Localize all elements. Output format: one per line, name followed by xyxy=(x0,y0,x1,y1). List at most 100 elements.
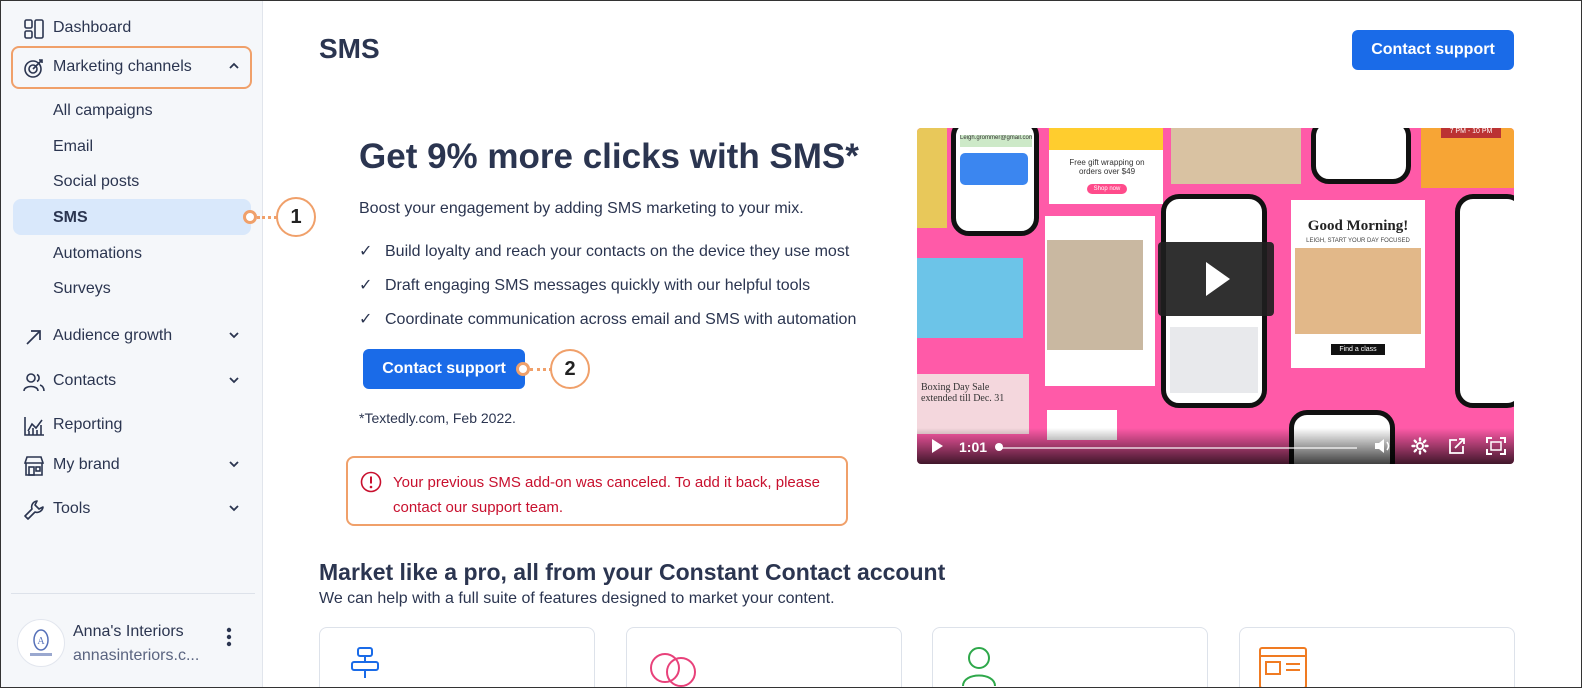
nav-reporting[interactable]: Reporting xyxy=(13,407,251,443)
hero-title: Get 9% more clicks with SMS* xyxy=(359,137,859,176)
video-controls: 1:01 xyxy=(917,428,1514,464)
chat-bubbles-icon xyxy=(650,653,696,687)
sidebar-item-label: All campaigns xyxy=(53,102,153,119)
thumb-good-morning-card: Good Morning! LEIGH, START YOUR DAY FOCU… xyxy=(1291,200,1425,368)
callout-1-badge: 1 xyxy=(276,197,316,237)
sidebar-item-surveys[interactable]: Surveys xyxy=(13,270,251,306)
video-progress-knob[interactable] xyxy=(995,443,1003,451)
benefit-item: ✓ Build loyalty and reach your contacts o… xyxy=(359,241,849,261)
brand-logo-icon: A xyxy=(30,629,52,656)
nav-contacts[interactable]: Contacts xyxy=(13,363,251,399)
dashboard-icon xyxy=(24,19,44,39)
hero-contact-support-button[interactable]: Contact support xyxy=(363,349,525,389)
nav-dashboard[interactable]: Dashboard xyxy=(13,10,251,46)
phone-keyboard xyxy=(1170,327,1258,393)
thumb-boxing-text: Boxing Day Sale extended till Dec. 31 xyxy=(921,382,1005,404)
video-time: 1:01 xyxy=(959,439,988,455)
person-icon xyxy=(962,647,996,687)
thumb-card-gift: Free gift wrapping on orders over $49 Sh… xyxy=(1049,128,1163,204)
checkmark-icon: ✓ xyxy=(359,311,373,328)
sidebar-item-email[interactable]: Email xyxy=(13,128,251,164)
phone-mockup xyxy=(1455,194,1514,408)
benefit-item: ✓ Coordinate communication across email a… xyxy=(359,309,856,329)
chevron-down-icon xyxy=(229,377,239,384)
benefit-text: Draft engaging SMS messages quickly with… xyxy=(385,277,811,294)
video-progress-bar[interactable] xyxy=(999,447,1357,449)
avatar: A xyxy=(17,619,65,667)
settings-icon[interactable] xyxy=(1411,437,1429,455)
benefit-item: ✓ Draft engaging SMS messages quickly wit… xyxy=(359,275,810,295)
thumb-boxing-card: Boxing Day Sale extended till Dec. 31 xyxy=(917,374,1029,434)
nav-tools-label: Tools xyxy=(53,500,91,517)
thumb-video-card xyxy=(917,258,1023,338)
sidebar-item-sms[interactable]: SMS xyxy=(13,199,251,235)
callout-1-line xyxy=(257,216,277,219)
webpage-icon xyxy=(1259,647,1307,687)
thumb-coffee-photo xyxy=(1047,240,1143,350)
sidebar-item-label: Surveys xyxy=(53,280,111,297)
thumb-photo xyxy=(1171,128,1301,184)
sidebar-item-automations[interactable]: Automations xyxy=(13,235,251,271)
sidebar-item-all-campaigns[interactable]: All campaigns xyxy=(13,92,251,128)
account-subtitle: annasinteriors.c... xyxy=(73,647,200,664)
nav-tools[interactable]: Tools xyxy=(13,491,251,527)
phone-mockup xyxy=(1311,128,1411,184)
nav-audience-growth-label: Audience growth xyxy=(53,327,173,344)
chevron-down-icon xyxy=(229,332,239,339)
section-subtitle: We can help with a full suite of feature… xyxy=(319,590,835,607)
thumb-good-morning-title: Good Morning! xyxy=(1307,218,1409,234)
account-name: Anna's Interiors xyxy=(73,623,184,640)
benefit-text: Build loyalty and reach your contacts on… xyxy=(385,243,850,260)
nav-my-brand[interactable]: My brand xyxy=(13,447,251,483)
thumb-tile xyxy=(917,128,947,228)
volume-icon[interactable] xyxy=(1373,437,1393,455)
checkmark-icon: ✓ xyxy=(359,243,373,260)
play-small-icon[interactable] xyxy=(929,438,945,454)
thumb-event-card: 7 PM - 10 PM xyxy=(1421,128,1514,188)
chevron-down-icon xyxy=(229,461,239,468)
feature-card[interactable] xyxy=(932,627,1208,687)
nav-audience-growth[interactable]: Audience growth xyxy=(13,318,251,354)
error-icon xyxy=(360,471,382,493)
nav-contacts-label: Contacts xyxy=(53,372,117,389)
sidebar-item-label: Social posts xyxy=(53,173,140,190)
thumb-post-coffee xyxy=(1045,216,1155,386)
more-options-icon[interactable] xyxy=(221,625,237,649)
funnel-icon xyxy=(351,647,379,678)
svg-text:A: A xyxy=(37,636,45,647)
nav-dashboard-label: Dashboard xyxy=(53,19,132,36)
chevron-up-icon xyxy=(229,62,239,69)
header-contact-support-button[interactable]: Contact support xyxy=(1352,30,1514,70)
sidebar-item-label: Automations xyxy=(53,245,142,262)
chevron-down-icon xyxy=(229,505,239,512)
callout-2-dot xyxy=(516,362,530,376)
callout-1-dot xyxy=(243,210,257,224)
sidebar-item-label: SMS xyxy=(53,209,88,226)
sidebar-divider xyxy=(11,593,255,594)
play-button[interactable] xyxy=(1158,242,1274,316)
thumb-time-banner: 7 PM - 10 PM xyxy=(1441,128,1501,138)
wrench-icon xyxy=(24,500,44,520)
benefit-text: Coordinate communication across email an… xyxy=(385,311,857,328)
thumb-yoga-photo xyxy=(1295,248,1421,334)
account-switcher[interactable]: A Anna's Interiors annasinteriors.c... xyxy=(17,615,257,675)
sidebar-item-social-posts[interactable]: Social posts xyxy=(13,163,251,199)
thumb-email-text: Leigh.grommer@gmail.com xyxy=(960,135,1032,147)
thumb-find-class-button: Find a class xyxy=(1331,344,1385,355)
share-icon[interactable] xyxy=(1447,436,1467,456)
thumb-gift-text: Free gift wrapping on orders over $49 xyxy=(1069,158,1145,176)
nav-my-brand-label: My brand xyxy=(53,456,120,473)
promo-video[interactable]: Leigh.grommer@gmail.com Free gift wrappi… xyxy=(917,128,1514,464)
nav-marketing-channels[interactable]: Marketing channels xyxy=(13,49,251,85)
play-icon xyxy=(1206,262,1230,296)
callout-2-badge: 2 xyxy=(550,349,590,389)
storefront-icon xyxy=(23,456,45,476)
feature-card[interactable] xyxy=(319,627,595,687)
feature-card[interactable] xyxy=(1239,627,1515,687)
fullscreen-icon[interactable] xyxy=(1485,436,1507,456)
thumb-shop-button: Shop now xyxy=(1087,184,1127,194)
hero-subtitle: Boost your engagement by adding SMS mark… xyxy=(359,200,804,217)
feature-card[interactable] xyxy=(626,627,902,687)
error-alert-text: Your previous SMS add-on was canceled. T… xyxy=(393,474,820,516)
app-frame: Dashboard Marketing channels All campaig… xyxy=(0,0,1582,688)
